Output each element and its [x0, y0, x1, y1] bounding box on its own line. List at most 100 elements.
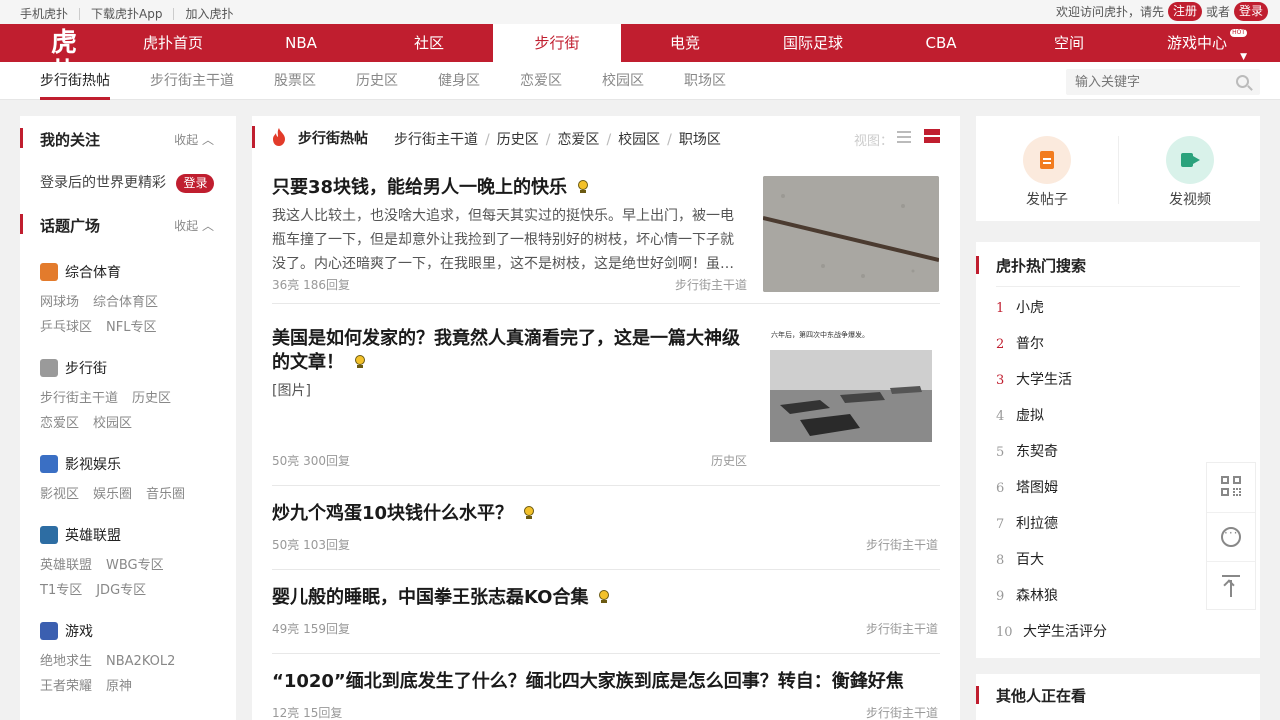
- post-item[interactable]: 美国是如何发家的？我竟然人真滴看完了，这是一篇大神级的文章！ [图片] 50亮 …: [272, 327, 940, 486]
- topic-lol[interactable]: 英雄联盟: [40, 525, 230, 545]
- topic-sports[interactable]: 综合体育: [40, 262, 230, 282]
- topic-link[interactable]: NBA2KOL2: [106, 654, 175, 669]
- topic-link[interactable]: 历史区: [132, 391, 171, 406]
- nav-cba[interactable]: CBA: [877, 24, 1005, 62]
- feedback-button[interactable]: [1207, 512, 1255, 560]
- subnav-history[interactable]: 历史区: [356, 62, 398, 100]
- post-item[interactable]: “1020”缅北到底发生了什么？缅北四大家族到底是怎么回事？转自：衡鋒好焦 12…: [272, 670, 940, 720]
- crumb-link[interactable]: 历史区: [497, 132, 539, 148]
- topic-link[interactable]: 网球场: [40, 295, 79, 310]
- create-video-icon-wrap: [1166, 136, 1214, 184]
- search-icon[interactable]: [1236, 75, 1249, 88]
- post-board[interactable]: 历史区: [711, 452, 747, 469]
- collapse-follow-button[interactable]: 收起 ︿: [174, 131, 214, 148]
- topic-link[interactable]: 王者荣耀: [40, 679, 92, 694]
- post-title[interactable]: 炒九个鸡蛋10块钱什么水平？: [272, 502, 940, 526]
- arrow-up-icon: [1222, 575, 1240, 597]
- topic-link[interactable]: WBG专区: [106, 558, 164, 573]
- subnav-campus[interactable]: 校园区: [602, 62, 644, 100]
- subnav-stocks[interactable]: 股票区: [274, 62, 316, 100]
- subnav-love[interactable]: 恋爱区: [520, 62, 562, 100]
- post-title[interactable]: 只要38块钱，能给男人一晚上的快乐: [272, 176, 742, 200]
- topic-link[interactable]: 乒乓球区: [40, 320, 92, 335]
- nav-space[interactable]: 空间: [1005, 24, 1133, 62]
- post-item[interactable]: 婴儿般的睡眠，中国拳王张志磊KO合集 49亮 159回复 步行街主干道: [272, 586, 940, 654]
- card-view-icon[interactable]: [924, 129, 940, 144]
- post-board[interactable]: 步行街主干道: [866, 620, 938, 637]
- subnav-main-road[interactable]: 步行街主干道: [150, 62, 234, 100]
- post-item[interactable]: 炒九个鸡蛋10块钱什么水平？ 50亮 103回复 步行街主干道: [272, 502, 940, 570]
- post-board[interactable]: 步行街主干道: [866, 536, 938, 553]
- topic-link[interactable]: T1专区: [40, 583, 82, 598]
- hot-search-item[interactable]: 5 东契奇: [996, 441, 1058, 461]
- crumb-link[interactable]: 校园区: [618, 132, 660, 148]
- hot-search-item[interactable]: 8 百大: [996, 549, 1044, 569]
- topic-link[interactable]: 原神: [106, 679, 132, 694]
- hot-search-item[interactable]: 2 普尔: [996, 333, 1044, 353]
- crumb-link[interactable]: 职场区: [679, 132, 721, 148]
- topic-link[interactable]: 步行街主干道: [40, 391, 118, 406]
- crumb-link[interactable]: 步行街主干道: [394, 132, 478, 148]
- hot-search-item[interactable]: 3 大学生活: [996, 369, 1072, 389]
- nav-intl-football[interactable]: 国际足球: [749, 24, 877, 62]
- register-button[interactable]: 注册: [1167, 2, 1202, 21]
- join-hupu-link[interactable]: 加入虎扑: [185, 5, 233, 22]
- hot-search-item[interactable]: 10 大学生活评分: [996, 621, 1107, 641]
- topic-group: 影视娱乐 影视区 娱乐圈 音乐圈: [40, 454, 230, 507]
- feed-title[interactable]: 步行街热帖: [298, 128, 368, 148]
- topic-link[interactable]: 绝地求生: [40, 654, 92, 669]
- topic-games[interactable]: 游戏: [40, 621, 230, 641]
- search-input[interactable]: [1066, 69, 1260, 95]
- mobile-hupu-link[interactable]: 手机虎扑: [20, 5, 68, 22]
- lightbulb-icon: [577, 180, 589, 194]
- subnav-hot-posts[interactable]: 步行街热帖: [40, 62, 110, 100]
- nav-home[interactable]: 虎扑首页: [109, 24, 237, 62]
- download-app-link[interactable]: 下载虎扑App: [91, 5, 162, 22]
- accent-bar: [252, 126, 255, 148]
- list-view-icon[interactable]: [897, 131, 911, 143]
- topic-link[interactable]: NFL专区: [106, 320, 156, 335]
- topic-bxj[interactable]: 步行街: [40, 358, 230, 378]
- post-board[interactable]: 步行街主干道: [866, 704, 938, 720]
- hupu-logo[interactable]: 虎扑: [44, 28, 84, 88]
- follow-section-header: 我的关注 收起 ︿: [20, 128, 236, 149]
- nav-game-center[interactable]: 游戏中心 HOT ▼: [1133, 24, 1261, 62]
- subnav-fitness[interactable]: 健身区: [438, 62, 480, 100]
- hot-search-item[interactable]: 4 虚拟: [996, 405, 1044, 425]
- hot-search-item[interactable]: 9 森林狼: [996, 585, 1058, 605]
- post-title[interactable]: 婴儿般的睡眠，中国拳王张志磊KO合集: [272, 586, 940, 610]
- subnav-workplace[interactable]: 职场区: [684, 62, 726, 100]
- hot-search-item[interactable]: 6 塔图姆: [996, 477, 1058, 497]
- hot-search-item[interactable]: 1 小虎: [996, 297, 1044, 317]
- nav-pedestrian-street[interactable]: 步行街: [493, 24, 621, 62]
- create-video-button[interactable]: 发视频: [1160, 136, 1220, 209]
- divider: [1118, 136, 1119, 204]
- topic-link[interactable]: JDG专区: [96, 583, 146, 598]
- hot-search-item[interactable]: 7 利拉德: [996, 513, 1058, 533]
- post-thumbnail[interactable]: 六年后，第四次中东战争爆发。: [763, 327, 939, 443]
- back-to-top-button[interactable]: [1207, 561, 1255, 609]
- post-thumbnail[interactable]: [763, 176, 939, 292]
- sidebar-login-button[interactable]: 登录: [176, 174, 215, 193]
- topic-link[interactable]: 音乐圈: [146, 487, 185, 502]
- topic-link[interactable]: 英雄联盟: [40, 558, 92, 573]
- topic-link[interactable]: 综合体育区: [93, 295, 158, 310]
- nav-esports[interactable]: 电竞: [621, 24, 749, 62]
- topic-link[interactable]: 校园区: [93, 416, 132, 431]
- topic-link[interactable]: 娱乐圈: [93, 487, 132, 502]
- post-item[interactable]: 只要38块钱，能给男人一晚上的快乐 我这人比较土，也没啥大追求，但每天其实过的挺…: [272, 176, 940, 304]
- collapse-topics-button[interactable]: 收起 ︿: [174, 217, 214, 234]
- nav-community[interactable]: 社区: [365, 24, 493, 62]
- post-title[interactable]: “1020”缅北到底发生了什么？缅北四大家族到底是怎么回事？转自：衡鋒好焦: [272, 670, 940, 694]
- qr-code-button[interactable]: [1207, 463, 1255, 511]
- topic-group: 英雄联盟 英雄联盟 WBG专区 T1专区 JDG专区: [40, 525, 230, 603]
- topic-entertainment[interactable]: 影视娱乐: [40, 454, 230, 474]
- login-button[interactable]: 登录: [1233, 2, 1268, 21]
- topic-link[interactable]: 影视区: [40, 487, 79, 502]
- post-board[interactable]: 步行街主干道: [675, 276, 747, 293]
- topic-link[interactable]: 恋爱区: [40, 416, 79, 431]
- create-post-button[interactable]: 发帖子: [1017, 136, 1077, 209]
- nav-nba[interactable]: NBA: [237, 24, 365, 62]
- crumb-link[interactable]: 恋爱区: [557, 132, 599, 148]
- post-title[interactable]: 美国是如何发家的？我竟然人真滴看完了，这是一篇大神级的文章！: [272, 327, 752, 375]
